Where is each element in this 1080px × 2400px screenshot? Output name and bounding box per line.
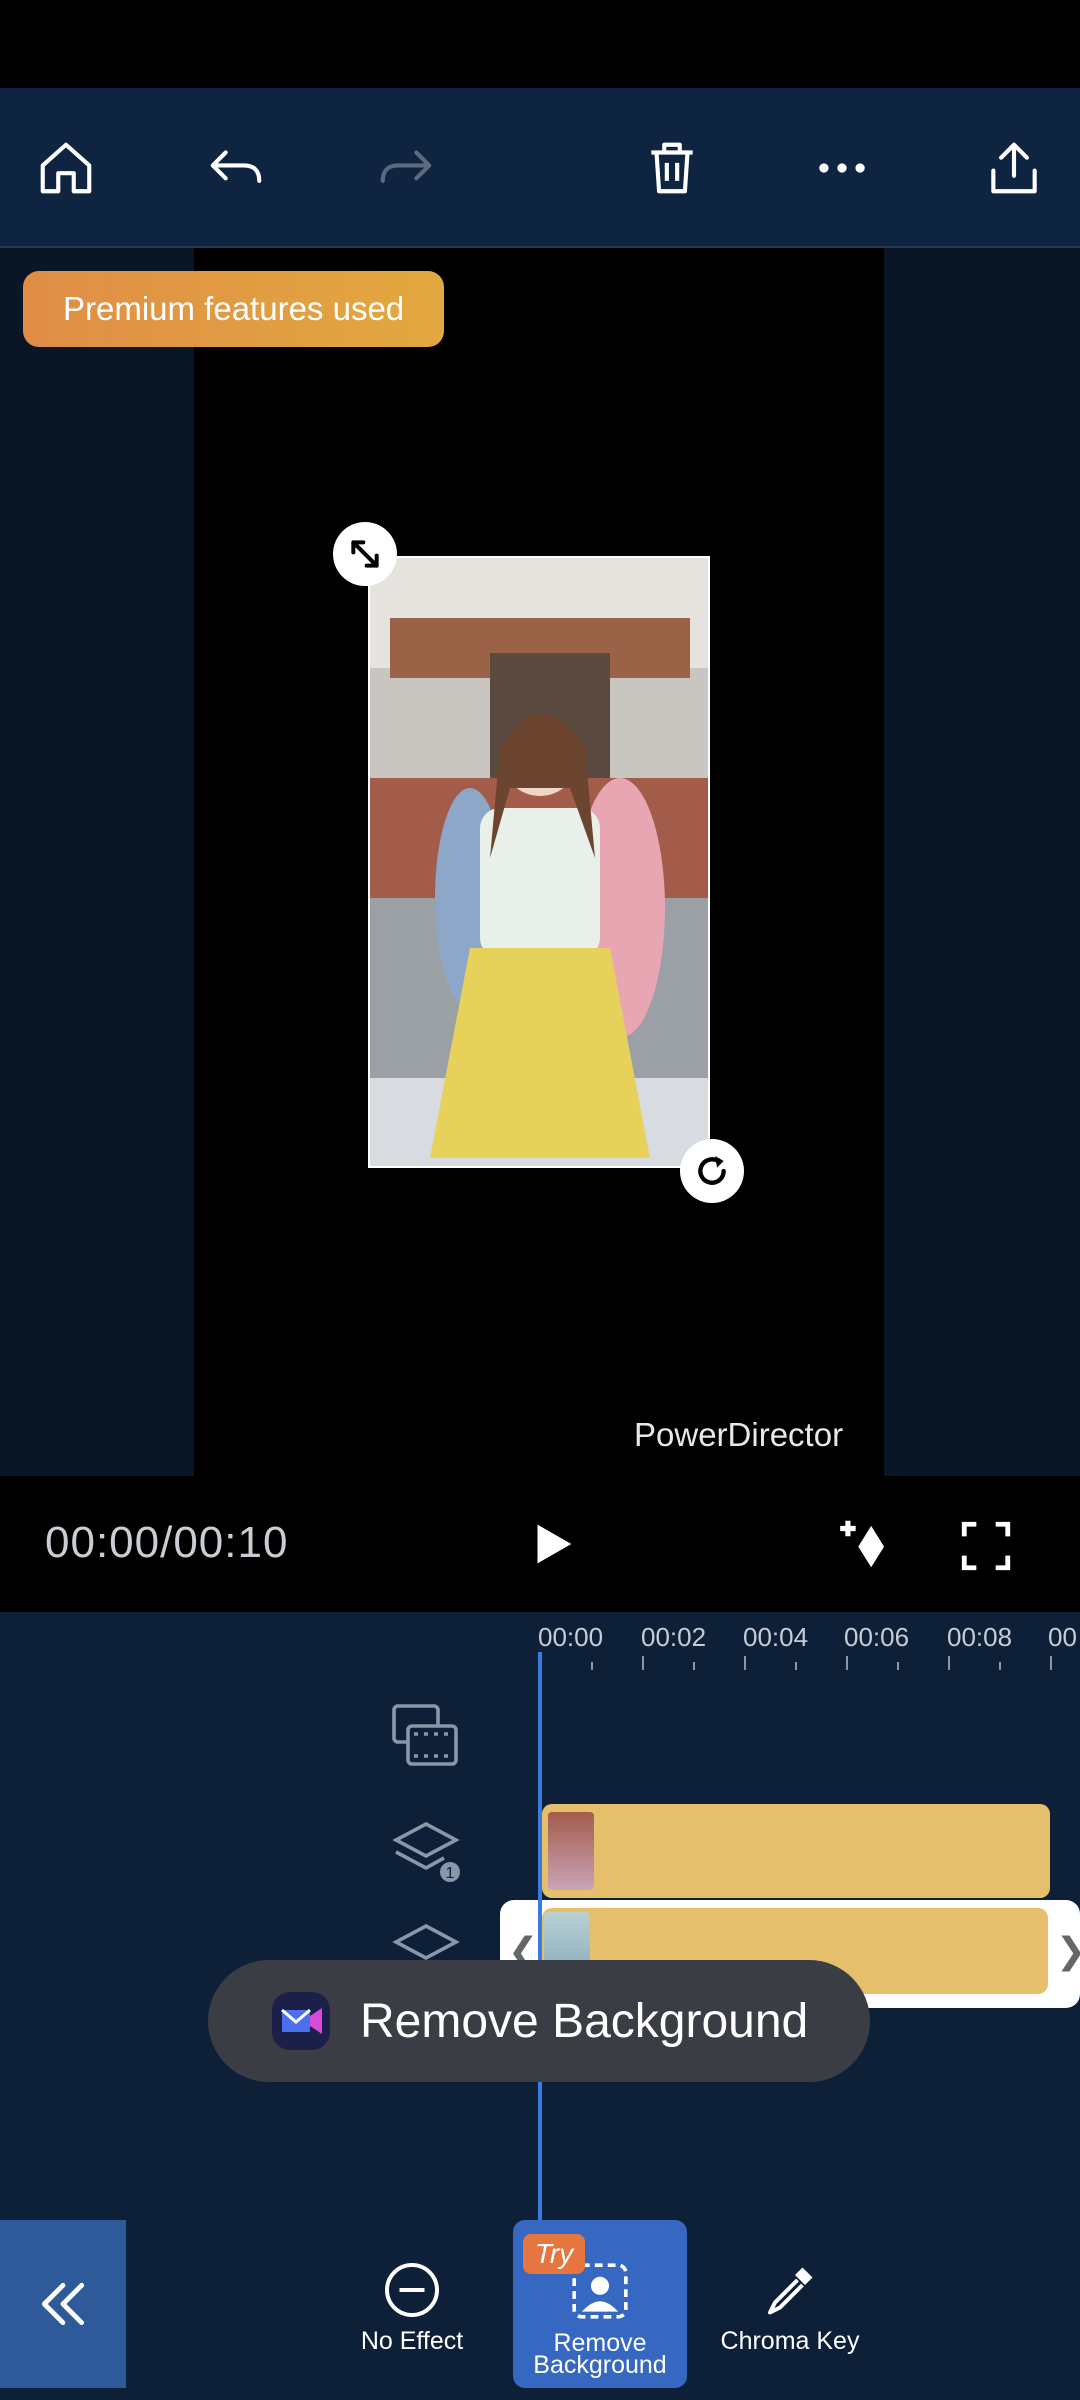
no-effect-icon bbox=[385, 2263, 439, 2317]
video-track-icon-button[interactable] bbox=[390, 1702, 460, 1773]
ruler-tick bbox=[795, 1662, 797, 1670]
toast-text: Remove Background bbox=[360, 1994, 809, 2048]
trash-icon bbox=[651, 142, 693, 194]
share-upload-icon bbox=[991, 142, 1037, 194]
ruler-label: 00:00 bbox=[538, 1622, 604, 1652]
ruler-tick bbox=[744, 1656, 746, 1670]
remove-background-label-line2: Background bbox=[533, 2351, 667, 2379]
watermark: PowerDirector bbox=[634, 1416, 844, 1453]
no-effect-label: No Effect bbox=[360, 2327, 464, 2355]
rotate-icon bbox=[698, 1156, 726, 1185]
ruler-tick bbox=[693, 1662, 695, 1670]
keyframe-button[interactable] bbox=[826, 1502, 906, 1586]
resize-handle[interactable] bbox=[333, 522, 397, 586]
remove-background-option[interactable]: Try Remove Background bbox=[513, 2220, 687, 2388]
undo-icon bbox=[210, 150, 262, 183]
clip-photo bbox=[370, 558, 708, 1166]
timeline[interactable]: 00:00 00:02 00:04 00:06 00:08 00 1 ❮ ❯ bbox=[0, 1612, 1080, 2220]
playhead[interactable] bbox=[538, 1652, 542, 2220]
home-icon bbox=[40, 142, 92, 194]
clip-thumbnail bbox=[548, 1812, 594, 1890]
top-toolbar bbox=[0, 88, 1080, 248]
ruler-tick bbox=[1050, 1656, 1052, 1670]
film-stack-icon bbox=[392, 1704, 458, 1766]
more-button[interactable] bbox=[802, 128, 882, 208]
ruler-label: 00:08 bbox=[947, 1622, 1013, 1652]
ruler-tick bbox=[999, 1662, 1001, 1670]
svg-text:1: 1 bbox=[446, 1865, 455, 1882]
ruler-tick bbox=[897, 1662, 899, 1670]
resize-diagonal-icon bbox=[351, 540, 379, 568]
delete-button[interactable] bbox=[632, 128, 712, 208]
export-button[interactable] bbox=[974, 128, 1054, 208]
premium-badge[interactable]: Premium features used bbox=[23, 271, 445, 347]
effects-bar: No Effect Try Remove Background Chroma K… bbox=[0, 2220, 1080, 2400]
ruler-tick bbox=[948, 1656, 950, 1670]
selected-clip-frame[interactable] bbox=[368, 556, 710, 1168]
overlay-clip-1[interactable] bbox=[542, 1804, 1050, 1898]
overlay-track-1-icon[interactable]: 1 bbox=[392, 1818, 462, 1887]
home-button[interactable] bbox=[26, 128, 106, 208]
powerdirector-app-icon bbox=[272, 1992, 330, 2050]
playback-bar: 00:00/00:10 bbox=[0, 1476, 1080, 1612]
try-badge: Try bbox=[523, 2234, 585, 2274]
no-effect-option[interactable]: No Effect bbox=[344, 2220, 480, 2388]
video-preview[interactable]: Premium features used PowerDirector bbox=[0, 248, 1080, 1476]
status-bar bbox=[0, 0, 1080, 88]
more-horizontal-icon bbox=[819, 163, 865, 173]
remove-background-label: Remove Background bbox=[533, 2331, 667, 2379]
eyedropper-icon bbox=[768, 2267, 813, 2315]
keyframe-add-icon bbox=[840, 1520, 885, 1568]
undo-button[interactable] bbox=[196, 128, 276, 208]
trim-right-handle[interactable]: ❯ bbox=[1056, 1930, 1080, 1972]
chroma-key-option[interactable]: Chroma Key bbox=[710, 2220, 870, 2388]
ruler-label: 00:06 bbox=[844, 1622, 910, 1652]
ruler-label: 00:02 bbox=[641, 1622, 707, 1652]
ruler-tick bbox=[846, 1656, 848, 1670]
back-button[interactable] bbox=[0, 2220, 126, 2388]
ruler-label: 00 bbox=[1048, 1622, 1077, 1652]
fullscreen-icon bbox=[961, 1521, 1011, 1571]
remove-background-toast: Remove Background bbox=[208, 1960, 870, 2082]
redo-button[interactable] bbox=[366, 128, 446, 208]
chroma-key-label: Chroma Key bbox=[720, 2327, 860, 2355]
timecode: 00:00/00:10 bbox=[45, 1518, 289, 1567]
rotate-handle[interactable] bbox=[680, 1139, 744, 1203]
double-chevron-left-icon bbox=[41, 2282, 85, 2326]
ruler-tick bbox=[591, 1662, 593, 1670]
play-button[interactable] bbox=[512, 1504, 592, 1584]
ruler-tick bbox=[642, 1656, 644, 1670]
layers-icon: 1 bbox=[392, 1821, 460, 1882]
ruler-label: 00:04 bbox=[743, 1622, 809, 1652]
redo-icon bbox=[380, 150, 432, 183]
fullscreen-button[interactable] bbox=[946, 1506, 1026, 1586]
play-icon bbox=[537, 1524, 572, 1564]
